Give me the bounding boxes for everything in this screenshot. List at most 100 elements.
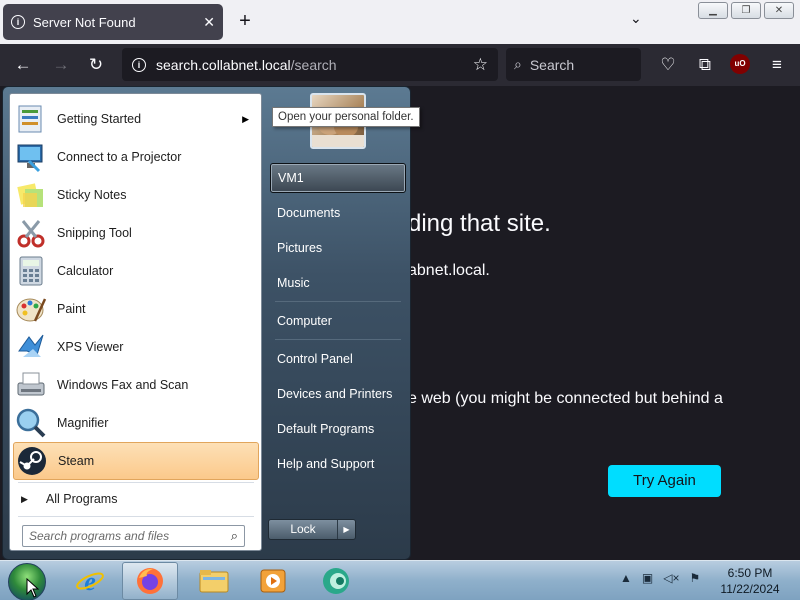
ublock-icon[interactable]: uO xyxy=(730,54,750,74)
browser-tab[interactable]: i Server Not Found ✕ xyxy=(3,4,223,40)
program-magnifier[interactable]: Magnifier xyxy=(13,404,259,442)
program-xps-viewer[interactable]: XPS Viewer xyxy=(13,328,259,366)
start-search-input[interactable]: Search programs and files ⌕ xyxy=(22,525,245,547)
restore-button[interactable]: ❐ xyxy=(731,2,761,19)
shutdown-options-arrow-icon[interactable]: ▶ xyxy=(337,520,355,539)
program-label: Paint xyxy=(57,302,86,316)
program-steam[interactable]: Steam xyxy=(13,442,259,480)
taskbar: e ▲ ▣ ◁× ⚑ 6:50 PM 11/22/2024 xyxy=(0,560,800,600)
url-path: /search xyxy=(290,56,337,73)
search-bar[interactable]: ⌕ Search xyxy=(506,48,641,81)
search-bar-placeholder: Search xyxy=(529,56,575,73)
tooltip: Open your personal folder. xyxy=(272,107,420,127)
program-snipping-tool[interactable]: Snipping Tool xyxy=(13,214,259,252)
error-hint: e web (you might be connected but behind… xyxy=(408,390,723,407)
lock-button-group: Lock ▶ xyxy=(268,519,356,540)
taskbar-media-player[interactable] xyxy=(245,562,301,600)
forward-icon[interactable]: → xyxy=(50,54,72,76)
search-icon: ⌕ xyxy=(230,528,238,543)
minimize-button[interactable]: ▁ xyxy=(698,2,728,19)
new-tab-button[interactable]: + xyxy=(234,10,256,32)
site-info-icon[interactable]: i xyxy=(132,57,146,72)
documents-item[interactable]: Documents xyxy=(270,198,406,228)
program-sticky-notes[interactable]: Sticky Notes xyxy=(13,176,259,214)
mouse-cursor-icon xyxy=(26,578,40,598)
pocket-icon[interactable]: ♡ xyxy=(657,54,679,76)
program-label: XPS Viewer xyxy=(57,340,124,354)
program-label: Getting Started xyxy=(57,112,142,126)
program-projector[interactable]: Connect to a Projector xyxy=(13,138,259,176)
app-icon xyxy=(323,568,349,594)
start-menu: Getting Started ▶ Connect to a Projector… xyxy=(2,86,411,560)
window-controls: ▁ ❐ ✕ xyxy=(698,2,794,19)
close-window-button[interactable]: ✕ xyxy=(764,2,794,19)
projector-icon xyxy=(17,144,43,173)
action-center-flag-icon[interactable]: ⚑ xyxy=(689,571,700,585)
steam-icon xyxy=(18,447,46,475)
browser-toolbar: ← → ↻ i search.collabnet.local/search ☆ … xyxy=(0,44,800,86)
program-getting-started[interactable]: Getting Started ▶ xyxy=(13,100,259,138)
control-panel-item[interactable]: Control Panel xyxy=(270,344,406,374)
program-label: Magnifier xyxy=(57,416,109,430)
list-all-tabs-button[interactable]: ⌄ xyxy=(630,10,642,27)
firefox-icon xyxy=(137,568,163,594)
devices-printers-item[interactable]: Devices and Printers xyxy=(270,379,406,409)
volume-muted-icon[interactable]: ◁× xyxy=(663,571,679,585)
close-tab-icon[interactable]: ✕ xyxy=(203,14,215,31)
taskbar-app[interactable] xyxy=(308,562,364,600)
triangle-right-icon: ▶ xyxy=(21,493,28,504)
svg-text:e: e xyxy=(84,567,96,596)
url-bar[interactable]: i search.collabnet.local/search ☆ xyxy=(122,48,498,81)
bookmark-star-icon[interactable]: ☆ xyxy=(473,55,488,75)
internet-explorer-icon: e xyxy=(76,567,104,596)
show-hidden-icons-icon[interactable]: ▲ xyxy=(620,571,632,585)
fax-scan-icon xyxy=(17,372,45,396)
taskbar-internet-explorer[interactable]: e xyxy=(62,562,118,600)
info-icon: i xyxy=(11,15,25,29)
url-host: search.collabnet.local xyxy=(156,56,291,73)
search-separator xyxy=(18,516,254,517)
taskbar-firefox[interactable] xyxy=(122,562,178,600)
programs-separator xyxy=(18,482,254,483)
program-label: Sticky Notes xyxy=(57,188,127,202)
program-label: Calculator xyxy=(57,264,114,278)
personal-folder-item[interactable]: VM1 xyxy=(270,163,406,193)
start-search-placeholder: Search programs and files xyxy=(29,529,170,543)
taskbar-file-explorer[interactable] xyxy=(186,562,242,600)
all-programs-label: All Programs xyxy=(45,492,118,506)
lock-button[interactable]: Lock xyxy=(269,520,337,539)
back-icon[interactable]: ← xyxy=(12,54,34,76)
program-fax-scan[interactable]: Windows Fax and Scan xyxy=(13,366,259,404)
sticky-notes-icon xyxy=(17,183,43,207)
help-support-item[interactable]: Help and Support xyxy=(270,449,406,479)
extensions-icon[interactable]: ⧉ xyxy=(694,54,716,76)
clock-date: 11/22/2024 xyxy=(720,582,780,596)
music-item[interactable]: Music xyxy=(270,268,406,298)
network-icon[interactable]: ▣ xyxy=(642,571,653,585)
pictures-item[interactable]: Pictures xyxy=(270,233,406,263)
default-programs-item[interactable]: Default Programs xyxy=(270,414,406,444)
clock[interactable]: 6:50 PM 11/22/2024 xyxy=(712,565,788,597)
file-explorer-icon xyxy=(199,570,229,593)
reload-icon[interactable]: ↻ xyxy=(85,54,107,76)
programs-pane: Getting Started ▶ Connect to a Projector… xyxy=(9,93,262,551)
media-player-icon xyxy=(260,569,286,593)
try-again-button[interactable]: Try Again xyxy=(608,465,721,497)
computer-item[interactable]: Computer xyxy=(270,306,406,336)
error-title: ding that site. xyxy=(408,210,551,237)
places-separator xyxy=(275,301,401,302)
calculator-icon xyxy=(19,256,43,286)
getting-started-icon xyxy=(18,105,42,133)
program-label: Connect to a Projector xyxy=(57,150,182,164)
error-message: abnet.local. xyxy=(408,262,490,279)
program-calculator[interactable]: Calculator xyxy=(13,252,259,290)
submenu-arrow-icon: ▶ xyxy=(242,113,249,124)
program-paint[interactable]: Paint xyxy=(13,290,259,328)
menu-icon[interactable]: ≡ xyxy=(766,54,788,76)
program-label: Windows Fax and Scan xyxy=(57,378,189,392)
places-separator xyxy=(275,339,401,340)
paint-icon xyxy=(16,298,47,322)
xps-viewer-icon xyxy=(18,334,44,357)
all-programs-button[interactable]: ▶ All Programs xyxy=(13,486,259,512)
system-tray: ▲ ▣ ◁× ⚑ xyxy=(620,571,700,585)
